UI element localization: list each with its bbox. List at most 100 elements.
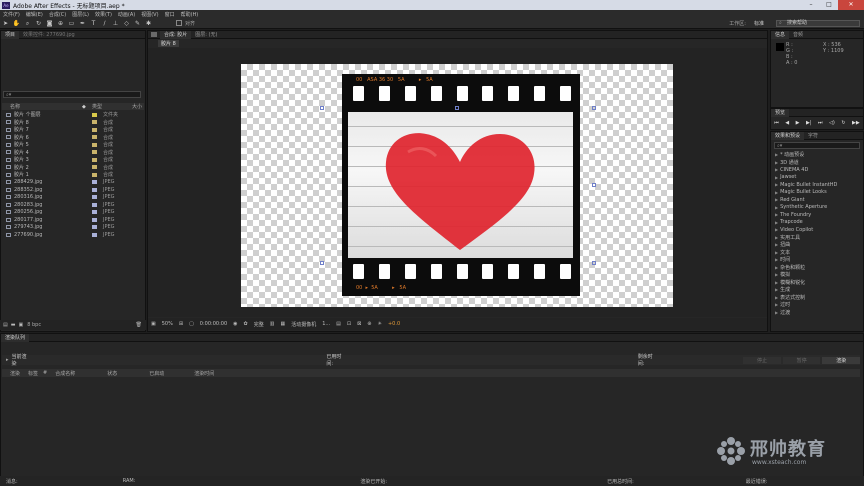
list-item[interactable]: 288352.jpg JPEG bbox=[2, 186, 144, 194]
label-swatch[interactable] bbox=[92, 150, 97, 155]
label-swatch[interactable] bbox=[92, 112, 97, 117]
tab-effect-controls[interactable]: 效果控件: 277690.jpg bbox=[19, 31, 79, 39]
list-item[interactable]: 280177.jpg JPEG bbox=[2, 216, 144, 224]
effects-category[interactable]: ▶ 实用工具 bbox=[771, 234, 863, 242]
pen-icon[interactable]: ✒ bbox=[78, 19, 87, 28]
toggle-icon[interactable]: ▤ bbox=[336, 321, 341, 327]
project-search-input[interactable]: ⌕▾ bbox=[3, 91, 141, 98]
eraser-icon[interactable]: ◇ bbox=[122, 19, 131, 28]
interpret-footage-icon[interactable]: ▤ bbox=[3, 322, 8, 328]
label-swatch[interactable] bbox=[92, 195, 97, 200]
tab-project[interactable]: 项目 bbox=[1, 30, 20, 39]
selection-icon[interactable]: ➤ bbox=[1, 19, 10, 28]
timecode[interactable]: 0:00:00:00 bbox=[200, 321, 227, 327]
column-status[interactable]: 状态 bbox=[107, 370, 117, 377]
list-item[interactable]: 280256.jpg JPEG bbox=[2, 209, 144, 217]
rect-mask-icon[interactable]: ▭ bbox=[67, 19, 76, 28]
menu-effect[interactable]: 效果(T) bbox=[95, 11, 112, 18]
list-item[interactable]: 277690.jpg JPEG bbox=[2, 231, 144, 239]
ram-preview-icon[interactable]: ▶▶ bbox=[852, 120, 860, 126]
transform-handle[interactable] bbox=[320, 106, 324, 110]
transform-handle[interactable] bbox=[592, 261, 596, 265]
tab-preview[interactable]: 预览 bbox=[771, 108, 790, 117]
transform-handle[interactable] bbox=[455, 106, 459, 110]
effects-category[interactable]: ▶ 过渡 bbox=[771, 309, 863, 317]
tab-render-queue[interactable]: 渲染队列 bbox=[1, 333, 30, 342]
last-frame-icon[interactable]: ⏭ bbox=[818, 120, 823, 126]
menu-file[interactable]: 文件(F) bbox=[3, 11, 20, 18]
pause-button[interactable]: 暂停 bbox=[782, 356, 821, 364]
effects-category[interactable]: ▶ 杂色和颗粒 bbox=[771, 264, 863, 272]
effects-category[interactable]: ▶ Magic Bullet Looks bbox=[771, 189, 863, 197]
effects-category[interactable]: ▶ The Foundry bbox=[771, 211, 863, 219]
effects-category[interactable]: ▶ Trapcode bbox=[771, 219, 863, 227]
list-item[interactable]: 胶片 7 合成 bbox=[2, 126, 144, 134]
align-checkbox[interactable] bbox=[176, 20, 182, 26]
channel-icon[interactable]: ✿ bbox=[244, 321, 248, 327]
effects-category[interactable]: ▶ CINEMA 4D bbox=[771, 166, 863, 174]
flowchart-icon[interactable]: ⊠ bbox=[357, 321, 361, 327]
minimize-button[interactable]: – bbox=[802, 0, 820, 10]
column-render[interactable]: 渲染 bbox=[10, 370, 20, 377]
transform-handle[interactable] bbox=[592, 183, 596, 187]
next-frame-icon[interactable]: ▶| bbox=[806, 120, 812, 126]
column-comp-name[interactable]: 合成名称 bbox=[55, 370, 75, 377]
list-item[interactable]: 胶片 3 合成 bbox=[2, 156, 144, 164]
effects-category[interactable]: ▶ 表达式控制 bbox=[771, 294, 863, 302]
close-button[interactable]: ✕ bbox=[838, 0, 864, 10]
column-number[interactable]: # bbox=[43, 370, 47, 376]
label-swatch[interactable] bbox=[92, 232, 97, 237]
camera-icon[interactable]: ◙ bbox=[45, 19, 54, 28]
label-swatch[interactable] bbox=[92, 127, 97, 132]
tab-info[interactable]: 信息 bbox=[771, 30, 790, 39]
pan-behind-icon[interactable]: ⊕ bbox=[56, 19, 65, 28]
zoom-select[interactable]: 50% bbox=[162, 321, 173, 327]
audio-icon[interactable]: ◁) bbox=[829, 120, 835, 126]
transform-handle[interactable] bbox=[592, 106, 596, 110]
label-swatch[interactable] bbox=[92, 217, 97, 222]
label-swatch[interactable] bbox=[92, 157, 97, 162]
bpc-label[interactable]: 8 bpc bbox=[27, 322, 41, 328]
effects-category[interactable]: ▶ 生成 bbox=[771, 286, 863, 294]
column-render-time[interactable]: 渲染时间 bbox=[194, 370, 214, 377]
menu-composition[interactable]: 合成(C) bbox=[49, 11, 66, 18]
stop-button[interactable]: 停止 bbox=[743, 356, 781, 364]
text-icon[interactable]: T bbox=[89, 19, 98, 28]
safe-zones-icon[interactable]: ⊞ bbox=[179, 321, 183, 327]
exposure-icon[interactable]: ☀ bbox=[378, 321, 382, 327]
list-item[interactable]: 279743.jpg JPEG bbox=[2, 224, 144, 232]
column-type[interactable]: 类型 bbox=[88, 103, 132, 110]
label-swatch[interactable] bbox=[92, 165, 97, 170]
clone-icon[interactable]: ⊥ bbox=[111, 19, 120, 28]
tab-layer[interactable]: 图层: (无) bbox=[191, 31, 221, 39]
rotate-icon[interactable]: ↻ bbox=[34, 19, 43, 28]
list-item[interactable]: 288429.jpg JPEG bbox=[2, 179, 144, 187]
prev-frame-icon[interactable]: ◀ bbox=[785, 120, 789, 126]
effects-category[interactable]: ▶ 模拟 bbox=[771, 271, 863, 279]
tab-effects-presets[interactable]: 效果和预设 bbox=[771, 131, 805, 140]
column-started[interactable]: 已启动 bbox=[149, 370, 164, 377]
list-item[interactable]: 胶片 6 合成 bbox=[2, 134, 144, 142]
resolution-select[interactable]: 完整 bbox=[254, 321, 264, 328]
comp-subtab[interactable]: 胶片 8 bbox=[158, 40, 179, 47]
search-help-input[interactable]: ⌕ 搜索帮助 bbox=[776, 20, 860, 27]
play-icon[interactable]: ▶ bbox=[796, 120, 800, 126]
effects-category[interactable]: ▶ Magic Bullet InstantHD bbox=[771, 181, 863, 189]
label-swatch[interactable] bbox=[92, 187, 97, 192]
effects-category[interactable]: ▶ Synthetic Aperture bbox=[771, 204, 863, 212]
list-item[interactable]: 胶片 4 合成 bbox=[2, 149, 144, 157]
puppet-icon[interactable]: ✱ bbox=[144, 19, 153, 28]
menu-view[interactable]: 视图(V) bbox=[141, 11, 158, 18]
column-label[interactable]: 标签 bbox=[28, 370, 38, 377]
effects-category[interactable]: ▶ Video Copilot bbox=[771, 226, 863, 234]
transform-handle[interactable] bbox=[320, 261, 324, 265]
effects-category[interactable]: ▶ Jawset bbox=[771, 174, 863, 182]
menu-window[interactable]: 窗口 bbox=[165, 11, 175, 18]
region-icon[interactable]: ▥ bbox=[270, 321, 275, 327]
maximize-button[interactable]: □ bbox=[820, 0, 838, 10]
grid-icon[interactable]: ▦ bbox=[280, 321, 285, 327]
workspace-select[interactable]: 标准 bbox=[754, 20, 764, 27]
effects-category[interactable]: ▶ 文本 bbox=[771, 249, 863, 257]
menu-animation[interactable]: 动画(A) bbox=[118, 11, 135, 18]
list-item[interactable]: 胶片 个图层 文件夹 bbox=[2, 111, 144, 119]
